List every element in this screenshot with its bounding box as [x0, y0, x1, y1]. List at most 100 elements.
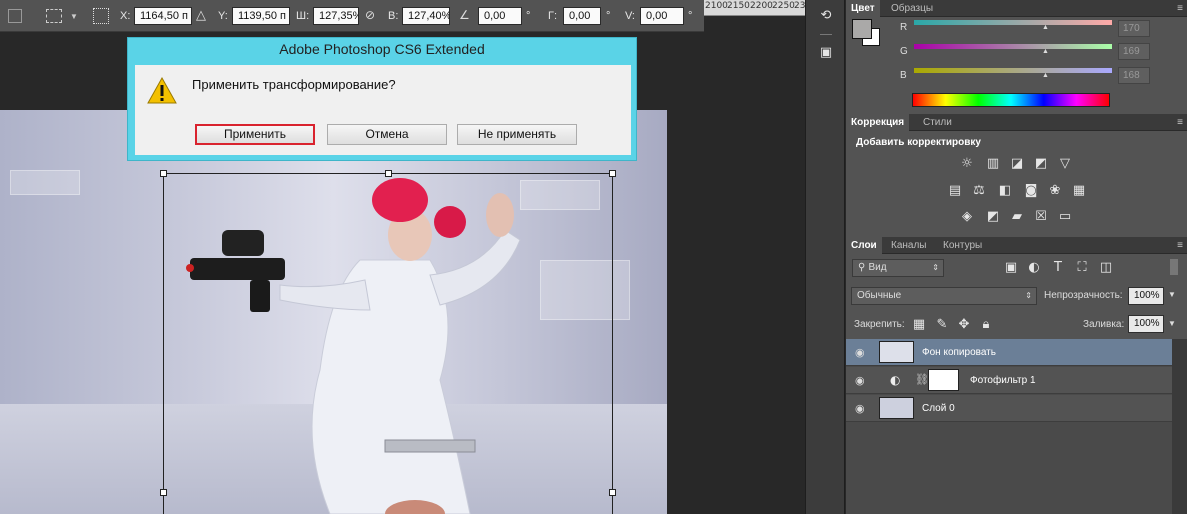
- invert-icon[interactable]: ◈: [959, 210, 975, 224]
- filter-toggle[interactable]: [1170, 259, 1178, 275]
- adjustment-layer-icon: ◐: [890, 373, 901, 387]
- transform-handle[interactable]: [160, 170, 167, 177]
- red-slider-track[interactable]: [914, 20, 1112, 25]
- red-slider-thumb[interactable]: ▲: [1042, 24, 1049, 31]
- height-scale-field[interactable]: 127,40%: [402, 7, 450, 25]
- y-label: Y:: [218, 10, 228, 22]
- foreground-color-swatch[interactable]: [852, 19, 872, 39]
- ruler-tick: 2250: [772, 1, 795, 11]
- transform-handle[interactable]: [160, 489, 167, 496]
- levels-icon[interactable]: ▥: [985, 157, 1001, 171]
- transform-handle[interactable]: [609, 170, 616, 177]
- black-white-icon[interactable]: ◧: [997, 184, 1013, 198]
- gradient-map-icon[interactable]: ▭: [1057, 210, 1073, 224]
- color-spectrum-bar[interactable]: [912, 93, 1110, 107]
- transform-tool-icon[interactable]: [46, 9, 62, 23]
- move-handle-icon[interactable]: [8, 9, 22, 23]
- rotate-angle-field[interactable]: 0,00: [478, 7, 522, 25]
- vertical-skew-field[interactable]: 0,00: [640, 7, 684, 25]
- blend-mode-select[interactable]: Обычные ⇕: [851, 287, 1037, 305]
- h-label: В:: [388, 10, 399, 22]
- lock-all-icon[interactable]: 🔒︎: [978, 318, 994, 332]
- dont-apply-button[interactable]: Не применять: [457, 124, 577, 145]
- brightness-icon[interactable]: ☼: [959, 157, 975, 171]
- lock-position-icon[interactable]: ✥: [956, 318, 972, 332]
- ruler-tick: 2150: [727, 1, 750, 11]
- cancel-button[interactable]: Отмена: [327, 124, 447, 145]
- filter-shape-icon[interactable]: ⛶: [1074, 261, 1090, 275]
- vibrance-icon[interactable]: ▽: [1057, 157, 1073, 171]
- 3d-cube-icon[interactable]: ▣: [818, 46, 834, 60]
- selective-color-icon[interactable]: ☒: [1033, 210, 1049, 224]
- tab-paths[interactable]: Контуры: [938, 237, 987, 254]
- blue-value-field[interactable]: 168: [1118, 67, 1150, 84]
- layer-thumbnail: [879, 341, 914, 363]
- right-panels: Цвет Образцы ≡ R ▲ 170 G ▲ 169 B ▲ 168 К…: [846, 0, 1187, 514]
- layer-name[interactable]: Фотофильтр 1: [970, 375, 1036, 386]
- tab-color[interactable]: Цвет: [846, 0, 880, 17]
- visibility-eye-icon[interactable]: ◉: [855, 402, 865, 415]
- channel-mixer-icon[interactable]: ❀: [1047, 184, 1063, 198]
- fill-field[interactable]: 100%: [1128, 315, 1164, 333]
- layer-row[interactable]: ◉ ◐ ⛓ Фотофильтр 1: [846, 367, 1172, 394]
- panel-menu-icon[interactable]: ≡: [1177, 117, 1183, 128]
- opacity-label: Непрозрачность:: [1044, 290, 1123, 301]
- reference-point-icon[interactable]: [93, 8, 109, 24]
- opacity-field[interactable]: 100%: [1128, 287, 1164, 305]
- horizontal-skew-field[interactable]: 0,00: [563, 7, 601, 25]
- color-balance-icon[interactable]: ⚖: [971, 184, 987, 198]
- visibility-eye-icon[interactable]: ◉: [855, 374, 865, 387]
- filter-type-icon[interactable]: T: [1050, 261, 1066, 275]
- apply-button[interactable]: Применить: [195, 124, 315, 145]
- mask-link-icon[interactable]: ⛓: [915, 373, 929, 386]
- layer-filter-value: Вид: [868, 262, 887, 273]
- curves-icon[interactable]: ◪: [1009, 157, 1025, 171]
- threshold-icon[interactable]: ▰: [1009, 210, 1025, 224]
- panel-menu-icon[interactable]: ≡: [1177, 240, 1183, 251]
- tab-layers[interactable]: Слои: [846, 237, 882, 254]
- layer-name[interactable]: Фон копировать: [922, 347, 996, 358]
- filter-pixel-icon[interactable]: ▣: [1003, 261, 1019, 275]
- layer-mask-thumbnail[interactable]: [928, 369, 959, 391]
- fill-chevron-icon[interactable]: ▼: [1168, 319, 1176, 328]
- posterize-icon[interactable]: ◩: [985, 210, 1001, 224]
- green-value-field[interactable]: 169: [1118, 43, 1150, 60]
- tab-channels[interactable]: Каналы: [886, 237, 932, 254]
- opacity-chevron-icon[interactable]: ▼: [1168, 290, 1176, 299]
- history-icon[interactable]: ⟲: [818, 9, 834, 23]
- tab-styles[interactable]: Стили: [918, 114, 957, 131]
- blue-slider-thumb[interactable]: ▲: [1042, 72, 1049, 79]
- filter-adjustment-icon[interactable]: ◐: [1026, 261, 1042, 275]
- exposure-icon[interactable]: ◩: [1033, 157, 1049, 171]
- y-position-field[interactable]: 1139,50 п: [232, 7, 290, 25]
- layer-name[interactable]: Слой 0: [922, 403, 955, 414]
- tool-preset-chevron-icon[interactable]: ▼: [70, 12, 78, 21]
- filter-chevron-icon: ⇕: [932, 263, 939, 272]
- relative-delta-icon[interactable]: △: [196, 8, 206, 23]
- layers-scrollbar[interactable]: [1172, 339, 1187, 514]
- transform-handle[interactable]: [609, 489, 616, 496]
- panel-menu-icon[interactable]: ≡: [1177, 3, 1183, 14]
- tab-swatches[interactable]: Образцы: [886, 0, 938, 17]
- transform-bounding-box[interactable]: [160, 170, 616, 514]
- filter-smart-object-icon[interactable]: ◫: [1098, 261, 1114, 275]
- link-icon[interactable]: ⊘: [365, 8, 375, 22]
- visibility-eye-icon[interactable]: ◉: [855, 346, 865, 359]
- green-slider-thumb[interactable]: ▲: [1042, 48, 1049, 55]
- transform-handle[interactable]: [385, 170, 392, 177]
- hue-saturation-icon[interactable]: ▤: [947, 184, 963, 198]
- x-position-field[interactable]: 1164,50 п: [134, 7, 192, 25]
- layer-row[interactable]: ◉ Фон копировать: [846, 339, 1172, 366]
- tab-adjustments[interactable]: Коррекция: [846, 114, 910, 131]
- green-slider-track[interactable]: [914, 44, 1112, 49]
- layer-row[interactable]: ◉ Слой 0: [846, 395, 1172, 422]
- hskew-label: Г:: [548, 10, 558, 22]
- lock-pixels-icon[interactable]: ✎: [934, 318, 950, 332]
- lock-transparency-icon[interactable]: ▦: [911, 318, 927, 332]
- red-value-field[interactable]: 170: [1118, 20, 1150, 37]
- photo-filter-icon[interactable]: ◙: [1023, 184, 1039, 198]
- blue-slider-track[interactable]: [914, 68, 1112, 73]
- width-scale-field[interactable]: 127,35%: [313, 7, 359, 25]
- color-lookup-icon[interactable]: ▦: [1071, 184, 1087, 198]
- layer-filter-select[interactable]: ⚲ Вид ⇕: [852, 259, 944, 277]
